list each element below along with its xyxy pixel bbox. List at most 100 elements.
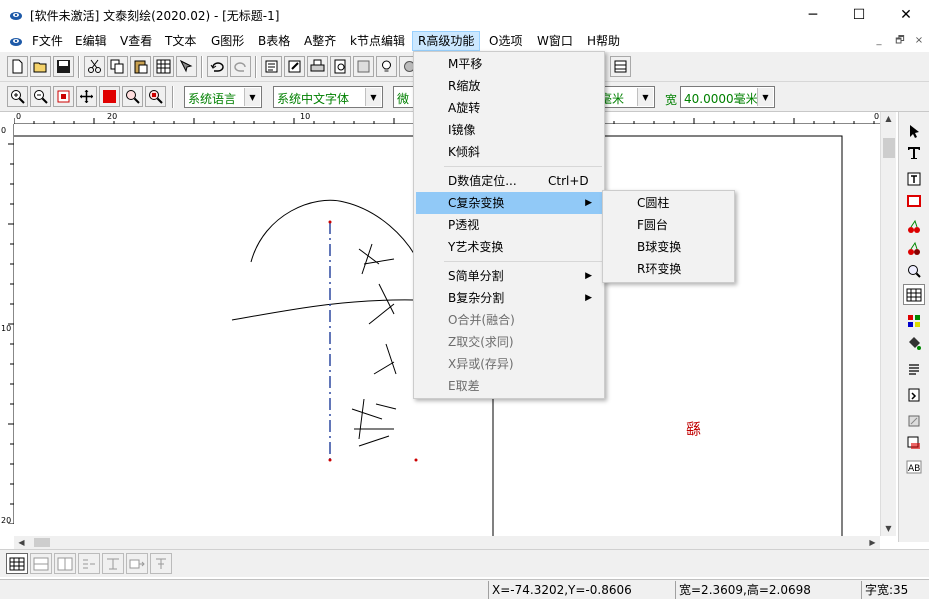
menu-item-numeric-position[interactable]: D数值定位... Ctrl+D	[416, 170, 602, 192]
table-tool-button[interactable]	[903, 284, 925, 305]
menu-edit[interactable]: E编辑	[70, 31, 112, 51]
menu-align[interactable]: A整齐	[299, 31, 341, 51]
menu-item-skew[interactable]: K倾斜	[416, 141, 602, 163]
menu-item-label: D数值定位...	[448, 174, 517, 188]
zoom-in-button[interactable]	[7, 86, 28, 107]
menu-item-scale[interactable]: R缩放	[416, 75, 602, 97]
table-row-button[interactable]	[30, 553, 52, 574]
pan-button[interactable]	[76, 86, 97, 107]
align-tool-button[interactable]	[903, 358, 925, 379]
submenu-item-cylinder[interactable]: C圆柱	[605, 192, 732, 214]
redo-button[interactable]	[230, 56, 251, 77]
text-tool-button[interactable]	[284, 56, 305, 77]
mdi-close-button[interactable]: ×	[912, 34, 926, 48]
font-style-select[interactable]: 微	[393, 86, 415, 108]
fill-tool-button[interactable]	[903, 332, 925, 353]
zoom-tool-button[interactable]	[903, 260, 925, 281]
vertical-scrollbar[interactable]: ▲ ▼	[880, 112, 896, 536]
zoom-page-button[interactable]	[53, 86, 74, 107]
rect-text-tool-button[interactable]	[903, 168, 925, 189]
menu-item-rotate[interactable]: A旋转	[416, 97, 602, 119]
menu-window[interactable]: W窗口	[532, 31, 578, 51]
clipboard-button[interactable]	[153, 56, 174, 77]
font-name-select[interactable]: 系统中文字体 ▼	[273, 86, 383, 108]
submenu-item-ring[interactable]: R环变换	[605, 258, 732, 280]
copy-button[interactable]	[107, 56, 128, 77]
menu-file[interactable]: F文件	[27, 31, 68, 51]
submenu-item-cone[interactable]: F圆台	[605, 214, 732, 236]
menu-item-art-transform[interactable]: Y艺术变换	[416, 236, 602, 258]
menu-item-complex-split[interactable]: B复杂分割 ▶	[416, 287, 602, 309]
menu-item-intersect[interactable]: Z取交(求同)	[416, 331, 602, 353]
effect-tool-button[interactable]	[903, 410, 925, 431]
maximize-button[interactable]: ☐	[836, 0, 882, 30]
close-button[interactable]: ✕	[883, 0, 929, 30]
color-palette-button[interactable]	[903, 310, 925, 331]
text-tool-button[interactable]	[903, 142, 925, 163]
scroll-up-button[interactable]: ▲	[881, 112, 896, 125]
scroll-thumb[interactable]	[883, 138, 895, 158]
layout-button[interactable]	[610, 56, 631, 77]
open-file-button[interactable]	[30, 56, 51, 77]
menu-table[interactable]: B表格	[253, 31, 295, 51]
menu-item-complex-transform[interactable]: C复杂变换 ▶	[416, 192, 602, 214]
zoom-selection-button[interactable]	[122, 86, 143, 107]
select-tool-button[interactable]	[903, 120, 925, 141]
shadow-tool-button[interactable]	[903, 432, 925, 453]
menu-item-perspective[interactable]: P透视	[416, 214, 602, 236]
width-field[interactable]: 40.0000毫米 ▼	[680, 86, 775, 108]
menu-node-edit[interactable]: k节点编辑	[345, 31, 410, 51]
mdi-minimize-button[interactable]: _	[872, 34, 886, 48]
import-tool-button[interactable]	[903, 384, 925, 405]
print-preview-button[interactable]	[330, 56, 351, 77]
zoom-all-button[interactable]	[145, 86, 166, 107]
table-col-button[interactable]	[54, 553, 76, 574]
cut-button[interactable]	[84, 56, 105, 77]
zoom-out-button[interactable]	[30, 86, 51, 107]
menu-view[interactable]: V查看	[115, 31, 157, 51]
scroll-down-button[interactable]: ▼	[881, 522, 896, 535]
minimize-button[interactable]: ─	[790, 0, 836, 30]
table-insert-button[interactable]	[6, 553, 28, 574]
print-button[interactable]	[307, 56, 328, 77]
node-edit-tool-button[interactable]	[903, 238, 925, 259]
menu-text[interactable]: T文本	[160, 31, 201, 51]
menu-options[interactable]: O选项	[484, 31, 527, 51]
table-arrow-button[interactable]	[126, 553, 148, 574]
menu-item-move[interactable]: M平移	[416, 53, 602, 75]
save-button[interactable]	[53, 56, 74, 77]
import-button[interactable]	[261, 56, 282, 77]
color-fill-button[interactable]	[99, 86, 120, 107]
cherry-edit-icon	[908, 241, 920, 255]
menu-help[interactable]: H帮助	[582, 31, 625, 51]
special-paste-button[interactable]	[176, 56, 197, 77]
tip-button[interactable]	[376, 56, 397, 77]
font-language-select[interactable]: 系统语言 ▼	[184, 86, 262, 108]
frame-button[interactable]	[353, 56, 374, 77]
char-spacing-tool-button[interactable]: AB	[903, 456, 925, 477]
menu-item-simple-split[interactable]: S简单分割 ▶	[416, 265, 602, 287]
menu-item-merge[interactable]: O合并(融合)	[416, 309, 602, 331]
height-field[interactable]: 毫米 ▼	[600, 86, 655, 108]
rectangle-tool-button[interactable]	[903, 190, 925, 211]
scroll-right-button[interactable]: ▶	[865, 536, 880, 549]
menu-item-difference[interactable]: E取差	[416, 375, 602, 397]
horizontal-scrollbar[interactable]: ◀ ▶	[14, 536, 880, 549]
scroll-left-button[interactable]: ◀	[14, 536, 29, 549]
red-glyph[interactable]: 繇	[686, 418, 701, 439]
menu-item-mirror[interactable]: I镜像	[416, 119, 602, 141]
undo-button[interactable]	[207, 56, 228, 77]
node-tool-button[interactable]	[903, 216, 925, 237]
submenu-item-sphere[interactable]: B球变换	[605, 236, 732, 258]
paste-button[interactable]	[130, 56, 151, 77]
table-split-button[interactable]	[102, 553, 124, 574]
menu-graphics[interactable]: G图形	[206, 31, 249, 51]
ruler-label: 10	[1, 324, 12, 333]
table-merge-button[interactable]	[78, 553, 100, 574]
menu-advanced[interactable]: R高级功能	[412, 31, 481, 51]
mdi-restore-button[interactable]: 🗗	[893, 34, 907, 48]
table-tree-button[interactable]	[150, 553, 172, 574]
menu-item-xor[interactable]: X异或(存异)	[416, 353, 602, 375]
scroll-thumb[interactable]	[34, 538, 50, 547]
new-file-button[interactable]	[7, 56, 28, 77]
